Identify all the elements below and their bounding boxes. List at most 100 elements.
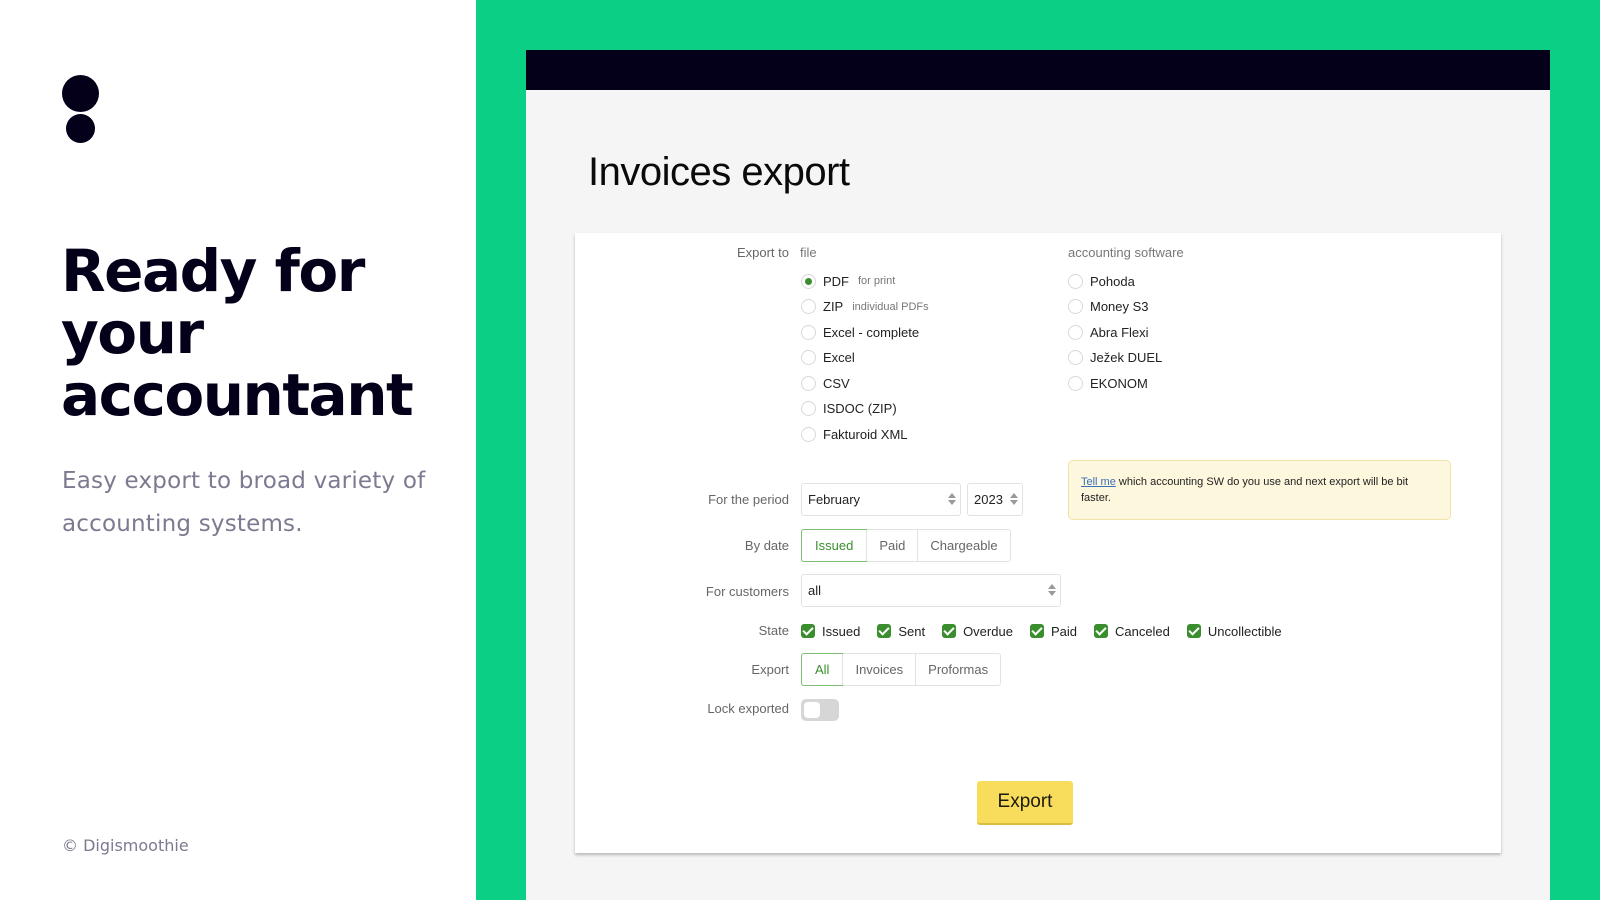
export-form-card: Export to file PDF for print ZIP individual… (575, 233, 1501, 853)
state-checkbox-label: Uncollectible (1207, 623, 1282, 639)
by-date-label: By date (744, 538, 789, 553)
software-option-label: Abra Flexi (1090, 324, 1149, 340)
state-checkbox-uncollectible[interactable]: Uncollectible (1186, 623, 1282, 639)
state-checkbox-label: Issued (822, 623, 861, 639)
file-option-fakturoid-xml[interactable]: Fakturoid XML (801, 424, 908, 444)
by-date-chargeable[interactable]: Chargeable (917, 530, 1009, 561)
checkbox-checked-icon[interactable] (801, 624, 815, 638)
select-arrows-icon (948, 493, 956, 507)
file-heading: file (800, 245, 817, 260)
year-value: 2023 (974, 492, 1003, 507)
accounting-sw-notice: Tell me which accounting SW do you use a… (1068, 460, 1451, 520)
export-type-segmented: All Invoices Proformas (801, 653, 1002, 686)
file-option-label: ZIP (823, 299, 844, 314)
state-checkbox-label: Canceled (1114, 623, 1170, 639)
software-option[interactable]: EKONOM (1068, 373, 1148, 393)
radio-unchecked-icon[interactable] (801, 324, 816, 340)
radio-unchecked-icon[interactable] (1068, 375, 1083, 391)
checkbox-checked-icon[interactable] (942, 624, 957, 638)
promo-headline: Ready for your accountant (61, 237, 414, 429)
state-checkbox-label: Sent (898, 623, 926, 639)
file-option-label: ISDOC (ZIP) (823, 401, 897, 416)
toggle-knob (804, 702, 820, 718)
software-option-label: EKONOM (1090, 375, 1148, 391)
radio-unchecked-icon[interactable] (1068, 299, 1083, 314)
export-type-label: Export (751, 662, 789, 677)
export-type-proformas[interactable]: Proformas (915, 654, 1000, 685)
file-option-isdoc-zip[interactable]: ISDOC (ZIP) (801, 399, 897, 419)
file-option-hint: for print (858, 275, 896, 287)
software-option-label: Pohoda (1090, 273, 1135, 289)
file-option-csv[interactable]: CSV (801, 373, 850, 393)
year-select[interactable]: 2023 (967, 483, 1023, 516)
app-topbar (526, 50, 1550, 90)
by-date-paid[interactable]: Paid (866, 530, 917, 561)
logo-dot-large (62, 75, 99, 112)
radio-unchecked-icon[interactable] (801, 350, 816, 365)
file-option-label: Excel - complete (823, 324, 920, 340)
logo-dot-small (66, 114, 95, 143)
software-option[interactable]: Abra Flexi (1068, 322, 1149, 342)
export-type-all[interactable]: All (801, 653, 844, 686)
file-option-pdf[interactable]: PDF for print (801, 271, 895, 291)
software-option-label: Money S3 (1090, 299, 1149, 314)
app-window: Invoices export Export to file PDF for pr… (526, 50, 1550, 900)
state-checkbox-sent[interactable]: Sent (877, 624, 925, 639)
state-checkbox-label: Overdue (963, 623, 1013, 639)
select-arrows-icon (1048, 584, 1056, 598)
export-button[interactable]: Export (977, 781, 1073, 825)
file-option-hint: individual PDFs (852, 300, 929, 313)
radio-unchecked-icon[interactable] (801, 299, 816, 314)
month-select[interactable]: February (801, 483, 961, 516)
radio-unchecked-icon[interactable] (1068, 273, 1083, 289)
month-value: February (808, 492, 861, 507)
software-heading: accounting software (1068, 245, 1184, 260)
radio-unchecked-icon[interactable] (801, 375, 816, 391)
lock-exported-label: Lock exported (707, 701, 789, 716)
lock-exported-toggle[interactable] (801, 699, 839, 721)
software-option[interactable]: Ježek DUEL (1068, 348, 1162, 368)
promo-panel: Ready for your accountant Easy export to… (0, 0, 476, 900)
radio-unchecked-icon[interactable] (801, 426, 816, 442)
customers-value: all (808, 583, 822, 598)
state-checkbox-issued[interactable]: Issued (801, 624, 860, 639)
software-option-label: Ježek DUEL (1090, 350, 1163, 365)
file-option-label: PDF (823, 273, 849, 289)
state-checkbox-label: Paid (1050, 623, 1077, 639)
promo-subline: Easy export to broad variety of accounti… (62, 468, 426, 537)
tell-me-link[interactable]: Tell me (1081, 476, 1116, 488)
checkbox-checked-icon[interactable] (1186, 624, 1201, 638)
page-title: Invoices export (588, 150, 850, 194)
checkbox-checked-icon[interactable] (877, 624, 892, 638)
copyright: © Digismoothie (62, 836, 189, 855)
by-date-segmented: Issued Paid Chargeable (801, 529, 1011, 562)
state-checkboxes: Issued Sent Overdue Paid Canceled Uncollectib… (801, 621, 1299, 641)
customers-select[interactable]: all (801, 574, 1061, 607)
state-checkbox-canceled[interactable]: Canceled (1093, 623, 1170, 639)
digismoothie-logo (62, 75, 102, 145)
radio-unchecked-icon[interactable] (1068, 324, 1083, 340)
state-checkbox-overdue[interactable]: Overdue (942, 624, 1013, 639)
customers-label: For customers (705, 584, 789, 599)
radio-unchecked-icon[interactable] (801, 401, 816, 416)
file-option-zip[interactable]: ZIP individual PDFs (801, 297, 929, 317)
state-label: State (758, 623, 789, 638)
checkbox-checked-icon[interactable] (1093, 624, 1108, 638)
radio-checked-icon[interactable] (801, 273, 816, 289)
software-option[interactable]: Pohoda (1068, 271, 1135, 291)
notice-text: which accounting SW do you use and next … (1081, 476, 1409, 504)
export-to-label: Export to (736, 245, 789, 260)
checkbox-checked-icon[interactable] (1029, 624, 1044, 638)
export-type-invoices[interactable]: Invoices (842, 654, 915, 685)
file-option-label: Excel (823, 350, 855, 365)
file-option-label: CSV (823, 375, 850, 391)
radio-unchecked-icon[interactable] (1068, 350, 1083, 365)
file-option-excel-complete[interactable]: Excel - complete (801, 322, 919, 342)
state-checkbox-paid[interactable]: Paid (1029, 623, 1077, 639)
by-date-issued[interactable]: Issued (801, 529, 868, 562)
period-label: For the period (708, 492, 789, 507)
select-arrows-icon (1010, 493, 1018, 507)
software-option[interactable]: Money S3 (1068, 297, 1149, 317)
file-option-excel[interactable]: Excel (801, 348, 855, 368)
file-option-label: Fakturoid XML (823, 426, 908, 442)
